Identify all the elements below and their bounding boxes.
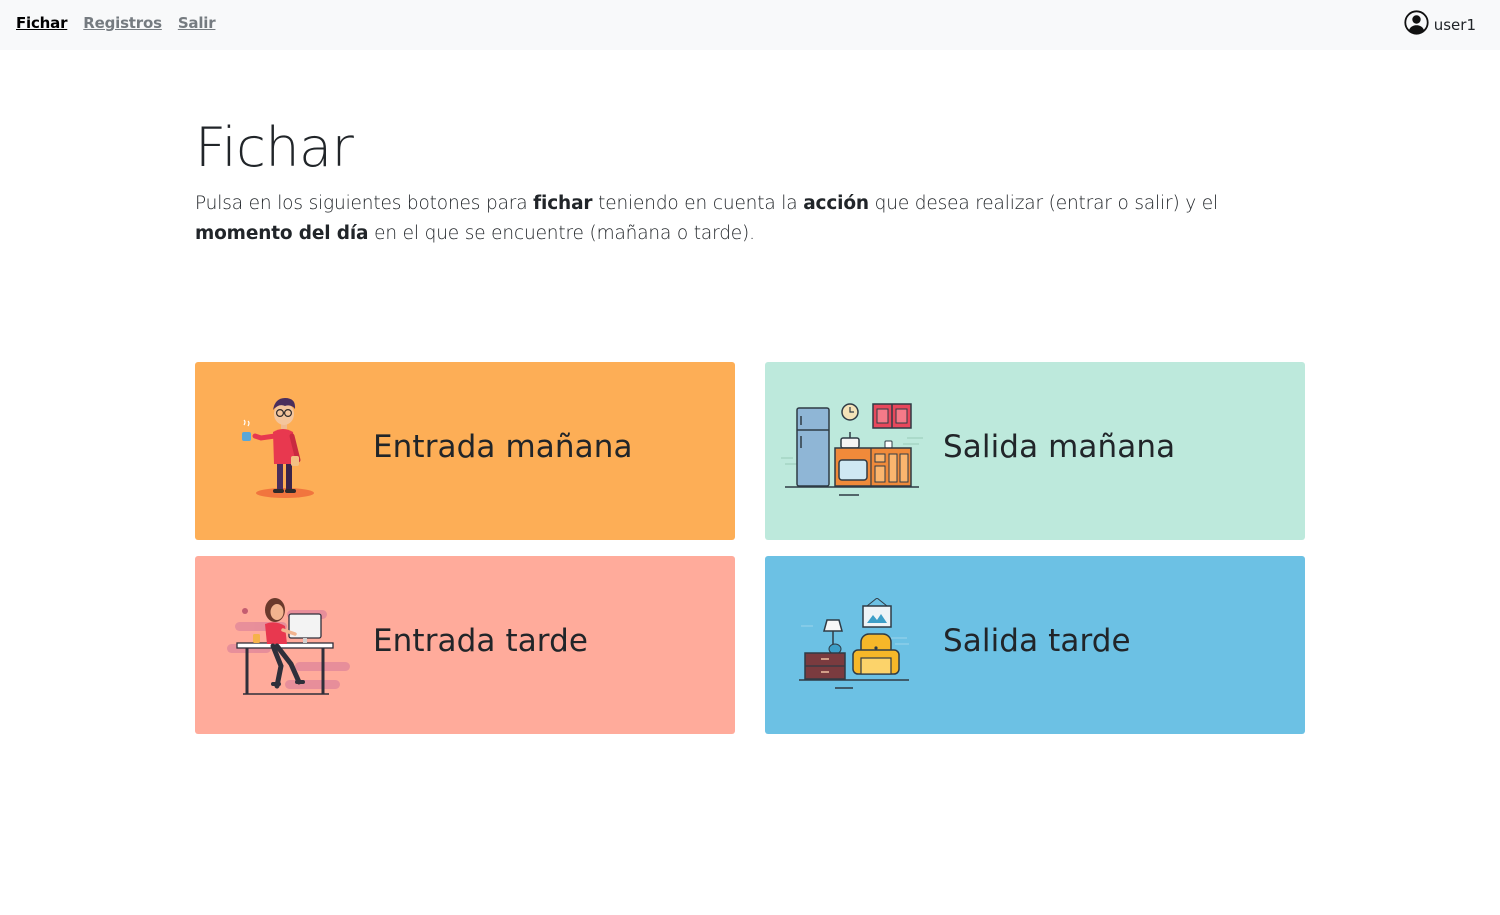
- page-description: Pulsa en los siguientes botones para fic…: [195, 189, 1305, 249]
- user-menu[interactable]: user1: [1404, 10, 1476, 39]
- entrada-manana-button[interactable]: Entrada mañana: [195, 362, 735, 540]
- description-text: teniendo en cuenta la: [592, 193, 804, 214]
- description-bold-accion: acción: [803, 193, 869, 214]
- description-text: que desea realizar (entrar o salir) y el: [868, 193, 1219, 214]
- salida-tarde-label: Salida tarde: [943, 623, 1131, 659]
- entrada-tarde-button[interactable]: Entrada tarde: [195, 556, 735, 734]
- man-with-coffee-illustration: [235, 392, 325, 506]
- description-text: en el que se encuentre (mañana o tarde).: [368, 223, 755, 244]
- description-text: Pulsa en los siguientes botones para: [195, 193, 534, 214]
- nav-link-salir[interactable]: Salir: [178, 13, 216, 33]
- top-navbar: Fichar Registros Salir user1: [0, 0, 1500, 50]
- user-name: user1: [1433, 15, 1476, 34]
- living-room-illustration: [797, 597, 917, 698]
- nav-link-fichar[interactable]: Fichar: [16, 13, 67, 33]
- description-bold-fichar: fichar: [533, 193, 593, 214]
- kitchen-illustration: [779, 400, 929, 504]
- nav-links: Fichar Registros Salir: [16, 13, 216, 33]
- salida-manana-label: Salida mañana: [943, 429, 1176, 465]
- salida-manana-button[interactable]: Salida mañana: [765, 362, 1305, 540]
- salida-tarde-button[interactable]: Salida tarde: [765, 556, 1305, 734]
- entrada-manana-label: Entrada mañana: [373, 429, 633, 465]
- description-bold-momento: momento del día: [195, 223, 369, 244]
- page-title: Fichar: [195, 116, 354, 179]
- woman-at-desk-illustration: [225, 594, 353, 703]
- user-circle-icon: [1404, 10, 1429, 39]
- entrada-tarde-label: Entrada tarde: [373, 623, 589, 659]
- nav-link-registros[interactable]: Registros: [83, 13, 162, 33]
